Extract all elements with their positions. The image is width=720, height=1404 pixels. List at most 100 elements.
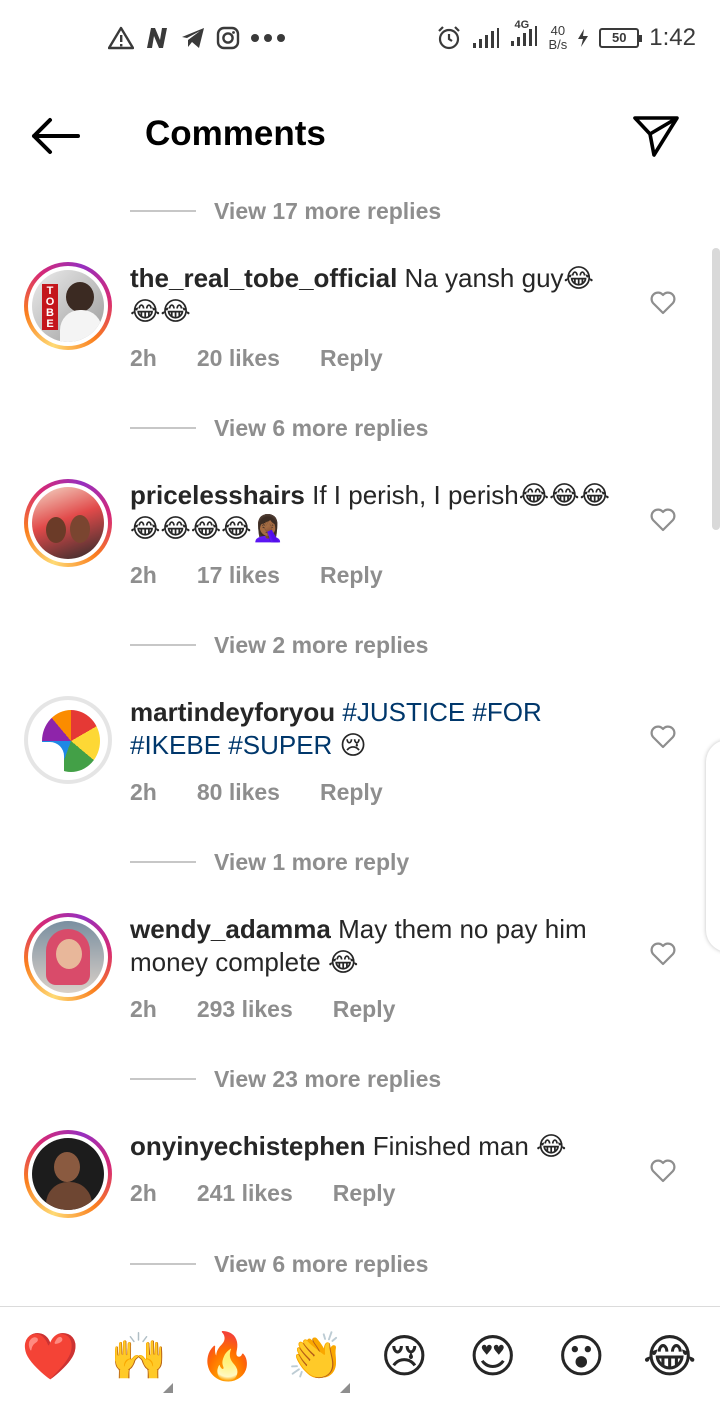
reply-button[interactable]: Reply	[333, 1180, 396, 1207]
comment-meta: 2h 20 likes Reply	[130, 345, 423, 372]
charging-icon	[578, 29, 589, 47]
edge-panel-handle[interactable]	[706, 740, 720, 952]
scrollbar[interactable]	[712, 248, 720, 530]
replies-divider	[130, 210, 196, 212]
avatar[interactable]	[24, 1130, 112, 1218]
avatar[interactable]	[24, 913, 112, 1001]
view-replies-label: View 6 more replies	[214, 414, 429, 441]
clock: 1:42	[649, 24, 696, 51]
direct-send-icon[interactable]	[632, 114, 680, 158]
speed-unit: B/s	[548, 37, 568, 52]
system-icons: 4G 40 B/s 50 1:42	[436, 19, 696, 52]
avatar-logo: TOBE	[42, 284, 58, 330]
like-heart-icon[interactable]	[650, 1159, 676, 1183]
avatar[interactable]: TOBE	[24, 262, 112, 350]
replies-divider	[130, 1263, 196, 1265]
page-title: Comments	[145, 114, 326, 153]
comment-likes[interactable]: 80 likes	[197, 779, 280, 806]
comment-text: the_real_tobe_official Na yansh guy😂😂😂	[130, 262, 620, 328]
comment-item: martindeyforyou #JUSTICE #FOR #IKEBE #SU…	[0, 696, 720, 806]
comment-time: 2h	[130, 562, 157, 588]
comment-meta: 2h 241 likes Reply	[130, 1180, 435, 1207]
reply-button[interactable]: Reply	[320, 562, 383, 589]
emoji-fire-button[interactable]: 🔥	[187, 1307, 267, 1404]
comment-username[interactable]: wendy_adamma	[130, 914, 331, 944]
emoji-heart-eyes-button[interactable]: 😍	[453, 1307, 533, 1404]
speed-value: 40	[550, 23, 566, 38]
avatar[interactable]	[24, 696, 112, 784]
like-heart-icon[interactable]	[650, 942, 676, 966]
reply-button[interactable]: Reply	[320, 779, 383, 806]
view-replies-link[interactable]: View 2 more replies	[130, 627, 428, 663]
comments-header: Comments	[0, 96, 720, 176]
skin-tone-indicator	[162, 1382, 173, 1393]
avatar[interactable]	[24, 479, 112, 567]
emoji-clap-button[interactable]: 👏	[276, 1307, 356, 1404]
view-replies-link[interactable]: View 6 more replies	[130, 410, 428, 446]
replies-divider	[130, 427, 196, 429]
view-replies-link[interactable]: View 17 more replies	[130, 193, 441, 229]
comment-text: pricelesshairs If I perish, I perish😂😂😂😂…	[130, 479, 620, 545]
warning-icon	[108, 26, 134, 50]
like-heart-icon[interactable]	[650, 291, 676, 315]
n-icon	[147, 28, 167, 48]
alarm-icon	[438, 26, 461, 50]
view-replies-label: View 2 more replies	[214, 631, 429, 658]
comment-time: 2h	[130, 1180, 157, 1206]
comment-message: Finished man 😂	[372, 1131, 567, 1161]
comment-likes[interactable]: 241 likes	[197, 1180, 293, 1207]
view-replies-link[interactable]: View 1 more reply	[130, 844, 409, 880]
like-heart-icon[interactable]	[650, 508, 676, 532]
comment-time: 2h	[130, 996, 157, 1022]
comment-text: onyinyechistephen Finished man 😂	[130, 1130, 620, 1163]
comment-username[interactable]: onyinyechistephen	[130, 1131, 366, 1161]
emoji-surprised-button[interactable]: 😮	[541, 1307, 621, 1404]
comment-item: onyinyechistephen Finished man 😂 2h 241 …	[0, 1130, 720, 1220]
comment-username[interactable]: the_real_tobe_official	[130, 263, 397, 293]
comment-username[interactable]: martindeyforyou	[130, 697, 335, 727]
view-replies-label: View 23 more replies	[214, 1065, 442, 1092]
comment-likes[interactable]: 293 likes	[197, 996, 293, 1023]
signal-icon	[473, 28, 500, 48]
telegram-icon	[182, 28, 204, 48]
view-replies-label: View 17 more replies	[214, 197, 442, 224]
comment-text: wendy_adamma May them no pay him money c…	[130, 913, 620, 979]
back-arrow-icon[interactable]	[30, 116, 82, 156]
comment-username[interactable]: pricelesshairs	[130, 480, 305, 510]
comment-meta: 2h 17 likes Reply	[130, 562, 423, 589]
replies-divider	[130, 644, 196, 646]
comment-meta: 2h 80 likes Reply	[130, 779, 423, 806]
notification-icons	[108, 26, 286, 50]
reply-button[interactable]: Reply	[333, 996, 396, 1023]
view-replies-link[interactable]: View 23 more replies	[130, 1061, 441, 1097]
status-bar: 4G 40 B/s 50 1:42	[0, 0, 720, 80]
replies-divider	[130, 861, 196, 863]
view-replies-label: View 6 more replies	[214, 1250, 429, 1277]
comment-emoji: 😢	[339, 730, 367, 760]
like-heart-icon[interactable]	[650, 725, 676, 749]
comment-item: wendy_adamma May them no pay him money c…	[0, 913, 720, 1023]
comment-item: pricelesshairs If I perish, I perish😂😂😂😂…	[0, 479, 720, 589]
emoji-raised-hands-button[interactable]: 🙌	[99, 1307, 179, 1404]
emoji-reaction-bar: ❤️ 🙌 🔥 👏 😢 😍 😮 😂	[0, 1306, 720, 1404]
reply-button[interactable]: Reply	[320, 345, 383, 372]
view-replies-label: View 1 more reply	[214, 848, 410, 875]
network-type: 4G	[514, 18, 530, 31]
comment-likes[interactable]: 17 likes	[197, 562, 280, 589]
network-speed: 40 B/s	[548, 24, 567, 52]
emoji-crying-button[interactable]: 😢	[364, 1307, 444, 1404]
emoji-laughing-button[interactable]: 😂	[630, 1307, 710, 1404]
emoji-glyph: 🙌	[110, 1328, 168, 1383]
view-replies-link[interactable]: View 6 more replies	[130, 1246, 428, 1282]
emoji-glyph: 👏	[287, 1328, 345, 1383]
comment-time: 2h	[130, 345, 157, 371]
comment-item: TOBE the_real_tobe_official Na yansh guy…	[0, 262, 720, 372]
instagram-icon	[216, 26, 240, 50]
comment-text: martindeyforyou #JUSTICE #FOR #IKEBE #SU…	[130, 696, 620, 762]
mobile-data-indicator: 4G	[510, 19, 538, 52]
comment-time: 2h	[130, 779, 157, 805]
comment-likes[interactable]: 20 likes	[197, 345, 280, 372]
emoji-heart-button[interactable]: ❤️	[10, 1307, 90, 1404]
battery-indicator: 50	[599, 28, 643, 48]
skin-tone-indicator	[339, 1382, 350, 1393]
